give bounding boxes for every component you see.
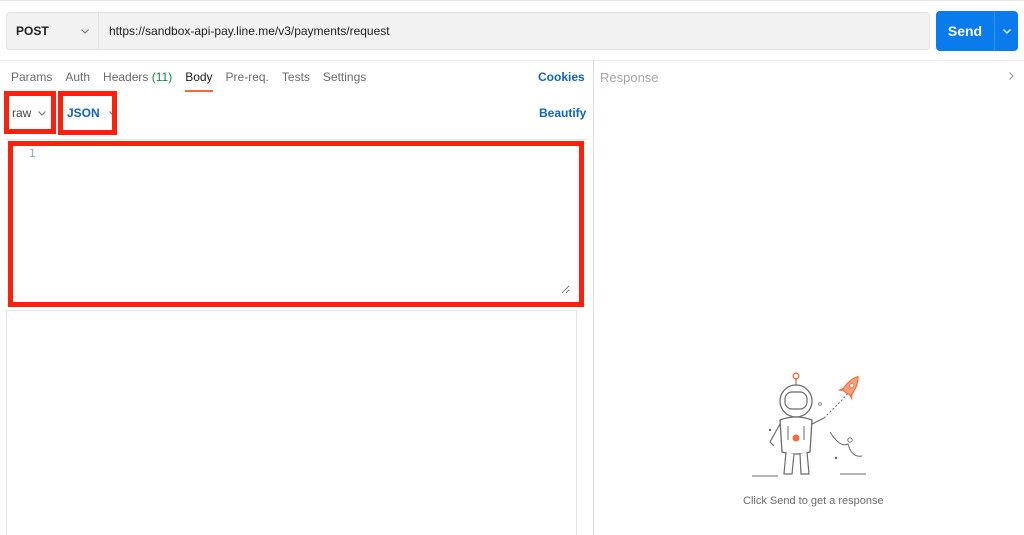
beautify-link[interactable]: Beautify bbox=[539, 106, 586, 120]
cookies-link[interactable]: Cookies bbox=[538, 70, 585, 84]
toolbar-divider bbox=[0, 60, 1024, 61]
headers-count-badge: (11) bbox=[151, 70, 173, 84]
editor-top-border bbox=[6, 139, 586, 140]
tab-tests[interactable]: Tests bbox=[282, 70, 310, 92]
editor-lower-area bbox=[6, 310, 577, 535]
chevron-down-icon bbox=[81, 29, 89, 34]
tab-pre-request[interactable]: Pre-req. bbox=[226, 70, 269, 92]
tab-settings[interactable]: Settings bbox=[323, 70, 366, 92]
astronaut-rocket-icon bbox=[752, 372, 866, 477]
request-tabs: Params Auth Headers (11) Body Pre-req. T… bbox=[11, 70, 379, 92]
method-select[interactable]: POST bbox=[6, 12, 99, 50]
send-label: Send bbox=[947, 23, 983, 39]
tab-body[interactable]: Body bbox=[185, 70, 213, 92]
send-button[interactable]: Send bbox=[936, 11, 1018, 51]
highlight-body-mode bbox=[4, 91, 56, 134]
url-bar[interactable] bbox=[99, 12, 930, 50]
response-hint: Click Send to get a response bbox=[743, 495, 884, 507]
chevron-down-icon bbox=[1002, 29, 1011, 34]
tab-params[interactable]: Params bbox=[11, 70, 52, 92]
method-label: POST bbox=[16, 24, 49, 38]
top-border bbox=[0, 0, 1024, 4]
tab-auth[interactable]: Auth bbox=[65, 70, 90, 92]
send-dropdown[interactable] bbox=[995, 26, 1018, 36]
pane-splitter[interactable] bbox=[593, 61, 594, 535]
highlight-body-language bbox=[58, 91, 117, 135]
highlight-body-editor bbox=[8, 141, 584, 307]
url-input[interactable] bbox=[109, 24, 929, 38]
tab-headers[interactable]: Headers (11) bbox=[103, 70, 172, 92]
tab-headers-label: Headers bbox=[103, 70, 149, 84]
chevron-right-icon[interactable] bbox=[1006, 71, 1016, 81]
response-title: Response bbox=[600, 70, 659, 85]
